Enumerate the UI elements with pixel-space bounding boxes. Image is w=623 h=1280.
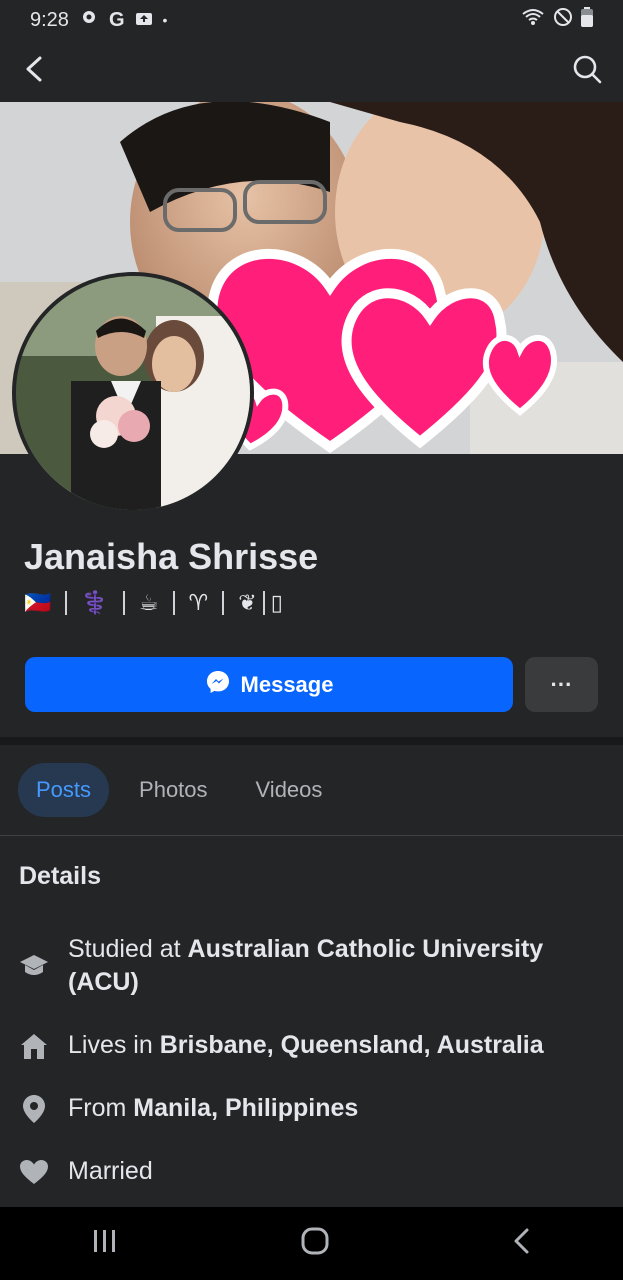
bio-separator xyxy=(172,591,175,615)
tab-videos[interactable]: Videos xyxy=(238,763,341,817)
detail-education-text: Studied at Australian Catholic Universit… xyxy=(68,935,544,996)
profile-avatar[interactable] xyxy=(12,272,254,514)
floral-heart-emoji: ❦ xyxy=(238,590,257,615)
detail-education: Studied at Australian Catholic Universit… xyxy=(18,933,608,999)
bio-separator xyxy=(65,591,68,615)
medical-symbol-emoji: ⚕️ xyxy=(81,590,109,615)
detail-relationship: Married xyxy=(18,1155,608,1188)
details-heading: Details xyxy=(19,862,101,890)
system-back-icon[interactable] xyxy=(511,1227,533,1260)
messenger-icon xyxy=(205,669,231,701)
do-not-disturb-icon xyxy=(553,7,573,33)
profile-name: Janaisha Shrisse xyxy=(24,536,319,577)
google-icon: G xyxy=(108,8,125,31)
bio-separator xyxy=(122,591,125,615)
status-bar: 9:28 G • xyxy=(0,0,623,40)
status-time: 9:28 xyxy=(30,8,69,31)
search-icon[interactable] xyxy=(571,53,603,90)
system-navigation-bar xyxy=(0,1207,623,1280)
graduation-cap-icon xyxy=(18,950,50,982)
notification-dot-icon: • xyxy=(162,12,168,28)
detail-hometown: From Manila, Philippines xyxy=(18,1092,608,1125)
bio-emoji-row: 🇵🇭 ⚕️ ☕ ♈ ❦ ▯ xyxy=(24,590,283,616)
detail-relationship-text: Married xyxy=(68,1157,153,1185)
detail-residence-text: Lives in Brisbane, Queensland, Australia xyxy=(68,1031,544,1059)
tab-photos[interactable]: Photos xyxy=(121,763,226,817)
more-options-button[interactable]: ··· xyxy=(525,657,598,712)
home-icon xyxy=(18,1030,50,1062)
message-button[interactable]: Message xyxy=(25,657,513,712)
detail-hometown-text: From Manila, Philippines xyxy=(68,1094,359,1122)
recent-apps-icon[interactable] xyxy=(91,1228,119,1259)
hot-beverage-emoji: ☕ xyxy=(138,590,159,615)
message-button-label: Message xyxy=(240,671,334,697)
settings-gear-icon xyxy=(79,7,99,33)
profile-tabs: Posts Photos Videos xyxy=(0,745,623,835)
location-pin-icon xyxy=(18,1093,50,1125)
more-dots-icon: ··· xyxy=(550,671,573,697)
battery-icon xyxy=(581,7,593,33)
top-app-bar xyxy=(0,40,623,102)
wifi-icon xyxy=(521,7,545,33)
unknown-glyph-emoji: ▯ xyxy=(270,590,283,615)
home-button-icon[interactable] xyxy=(300,1226,330,1261)
bio-separator xyxy=(262,591,265,615)
section-divider xyxy=(0,737,623,745)
back-arrow-icon[interactable] xyxy=(20,54,50,89)
detail-residence: Lives in Brisbane, Queensland, Australia xyxy=(18,1029,608,1062)
heart-icon xyxy=(18,1156,50,1188)
aries-symbol-emoji: ♈ xyxy=(188,590,209,615)
bio-separator xyxy=(222,591,225,615)
upload-icon xyxy=(135,9,153,32)
tabs-divider xyxy=(0,835,623,836)
tab-posts[interactable]: Posts xyxy=(18,763,110,817)
avatar-photo xyxy=(16,276,250,510)
philippines-flag-emoji: 🇵🇭 xyxy=(24,590,52,615)
